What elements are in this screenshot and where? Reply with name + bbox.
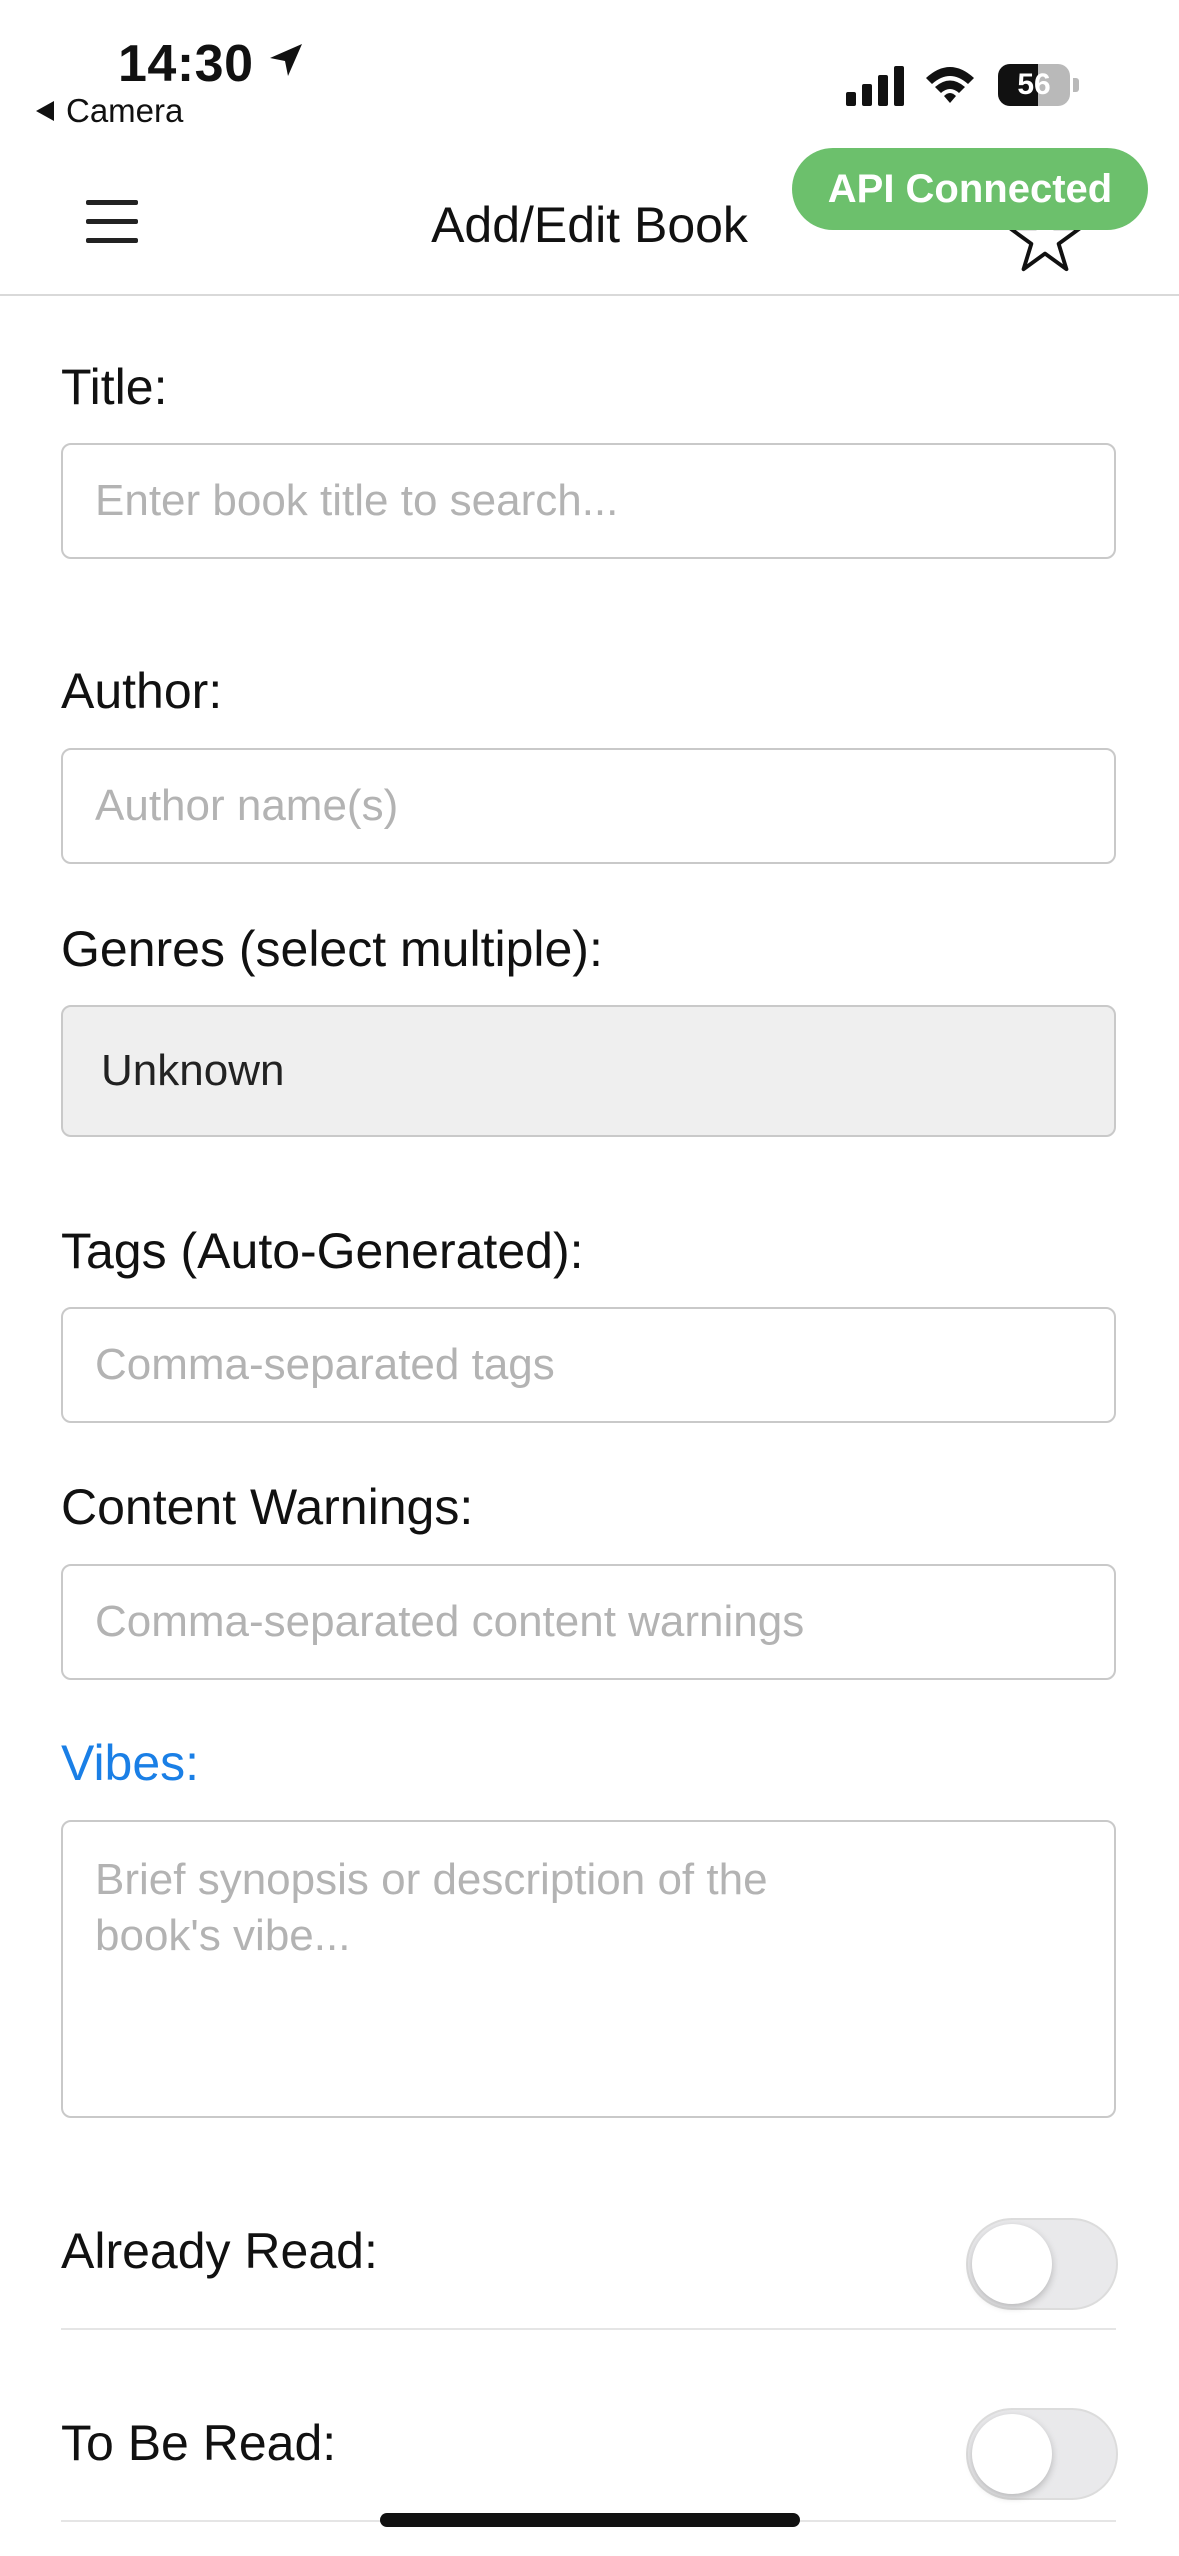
location-arrow-icon <box>270 44 302 76</box>
to-be-read-label: To Be Read: <box>61 2415 337 2471</box>
api-status-badge: API Connected <box>792 148 1148 230</box>
status-time: 14:30 <box>118 35 254 93</box>
already-read-label: Already Read: <box>61 2223 378 2279</box>
title-input[interactable]: Enter book title to search... <box>61 443 1116 559</box>
to-be-read-toggle[interactable] <box>966 2408 1118 2500</box>
content-warnings-input[interactable]: Comma-separated content warnings <box>61 1564 1116 1680</box>
tags-placeholder: Comma-separated tags <box>95 1340 555 1389</box>
content-warnings-placeholder: Comma-separated content warnings <box>95 1597 805 1646</box>
back-app-label: Camera <box>66 92 184 129</box>
author-label: Author: <box>61 663 223 719</box>
vibes-placeholder: Brief synopsis or description of the boo… <box>95 1855 768 1960</box>
title-label: Title: <box>61 359 168 415</box>
genres-label: Genres (select multiple): <box>61 921 603 977</box>
tags-label: Tags (Auto-Generated): <box>61 1223 584 1279</box>
back-to-camera-link[interactable]: Camera <box>36 92 183 130</box>
already-read-toggle[interactable] <box>966 2218 1118 2310</box>
back-triangle-icon <box>36 101 54 121</box>
wifi-icon <box>926 67 974 103</box>
battery-icon: 56 <box>998 64 1080 106</box>
author-placeholder: Author name(s) <box>95 781 399 830</box>
toggle-knob <box>972 2224 1052 2304</box>
genres-selected-value: Unknown <box>101 1046 285 1095</box>
genres-select[interactable]: Unknown <box>61 1005 1116 1137</box>
vibes-textarea[interactable]: Brief synopsis or description of the boo… <box>61 1820 1116 2118</box>
vibes-label: Vibes: <box>61 1735 200 1791</box>
content-warnings-label: Content Warnings: <box>61 1479 474 1535</box>
toggle-knob <box>972 2414 1052 2494</box>
title-placeholder: Enter book title to search... <box>95 476 619 525</box>
tags-input[interactable]: Comma-separated tags <box>61 1307 1116 1423</box>
divider <box>61 2328 1116 2330</box>
cellular-signal-icon <box>846 66 904 106</box>
author-input[interactable]: Author name(s) <box>61 748 1116 864</box>
home-indicator <box>380 2513 800 2527</box>
battery-level: 56 <box>1017 68 1051 101</box>
